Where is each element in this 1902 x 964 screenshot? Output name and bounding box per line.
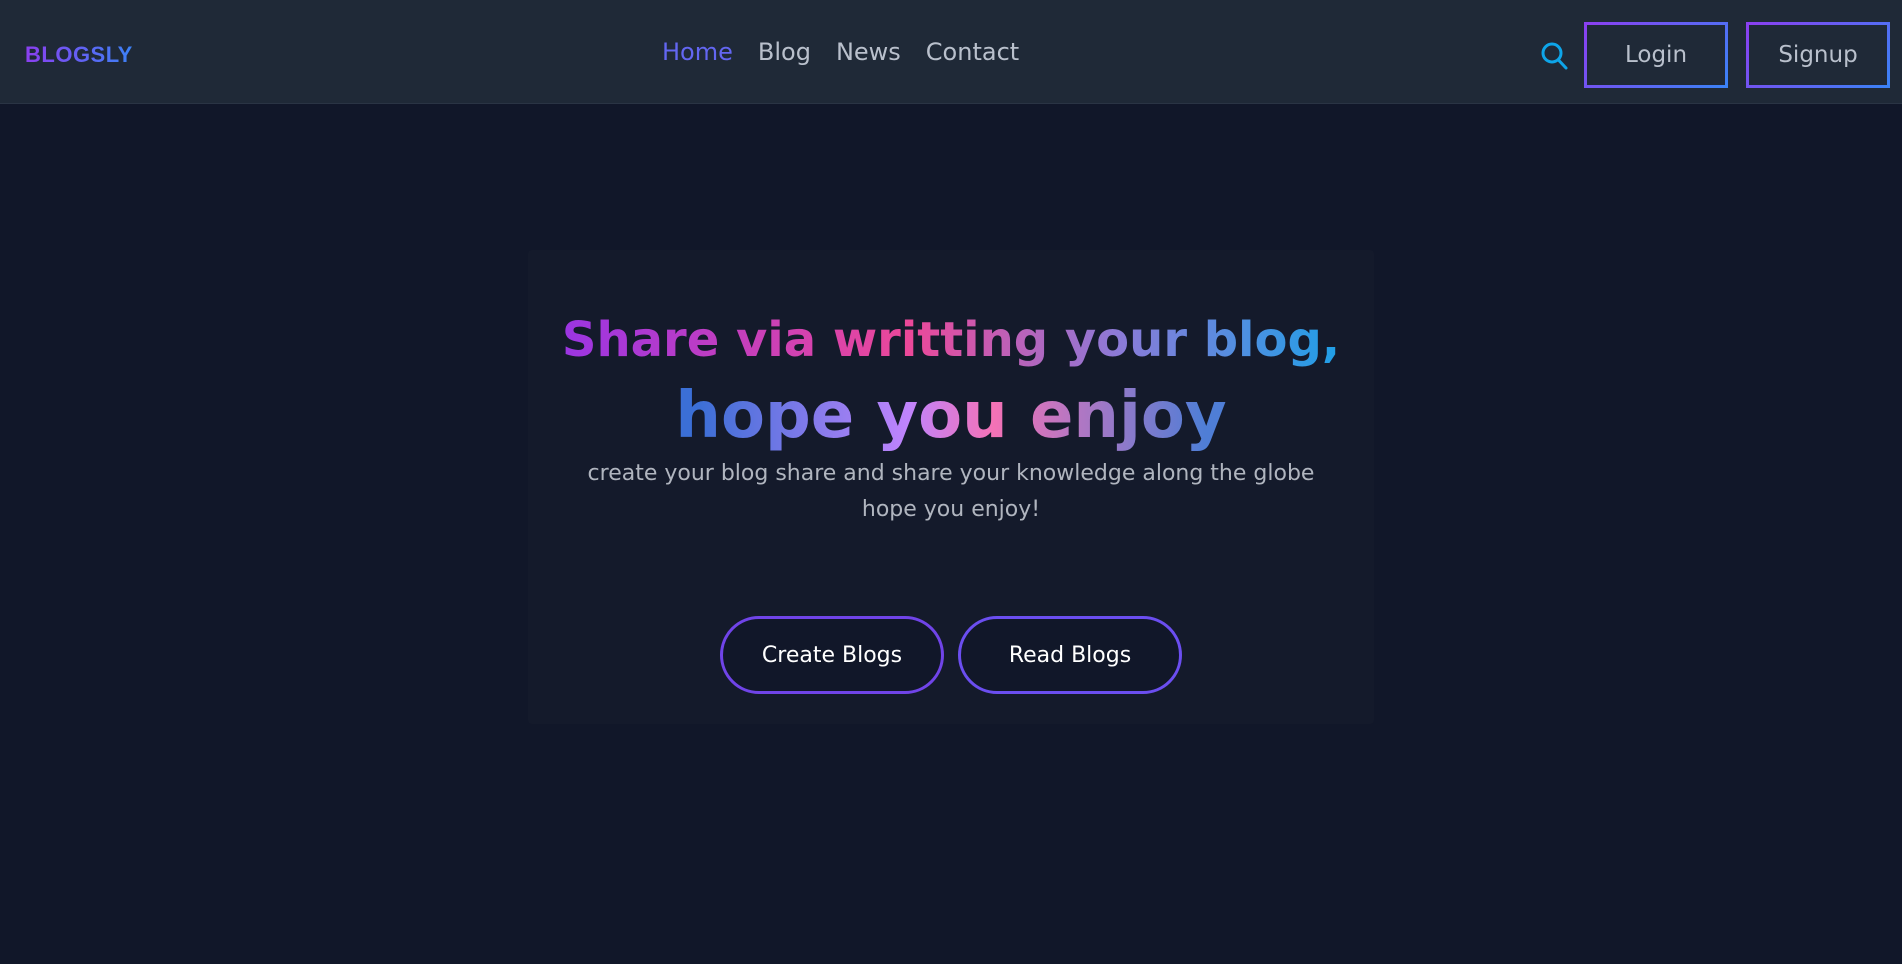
hero-card: Share via writting your blog, hope you e… xyxy=(528,250,1374,724)
nav-link-home[interactable]: Home xyxy=(662,38,733,67)
navbar: BLOGSLY Home Blog News Contact Login Sig… xyxy=(0,0,1902,104)
nav-links: Home Blog News Contact xyxy=(662,38,1019,67)
nav-link-news[interactable]: News xyxy=(836,38,901,67)
search-icon[interactable] xyxy=(1540,40,1570,72)
signup-button[interactable]: Signup xyxy=(1746,22,1890,88)
hero-headline-line1: Share via writting your blog, xyxy=(528,312,1374,370)
brand-logo[interactable]: BLOGSLY xyxy=(25,42,133,68)
read-blogs-button[interactable]: Read Blogs xyxy=(958,616,1182,694)
hero-description: create your blog share and share your kn… xyxy=(587,461,1315,522)
nav-link-contact[interactable]: Contact xyxy=(926,38,1019,67)
create-blogs-button[interactable]: Create Blogs xyxy=(720,616,944,694)
hero-headline-line2: hope you enjoy xyxy=(528,378,1374,455)
login-button[interactable]: Login xyxy=(1584,22,1728,88)
hero-buttons: Create Blogs Read Blogs xyxy=(528,616,1374,694)
nav-link-blog[interactable]: Blog xyxy=(758,38,811,67)
